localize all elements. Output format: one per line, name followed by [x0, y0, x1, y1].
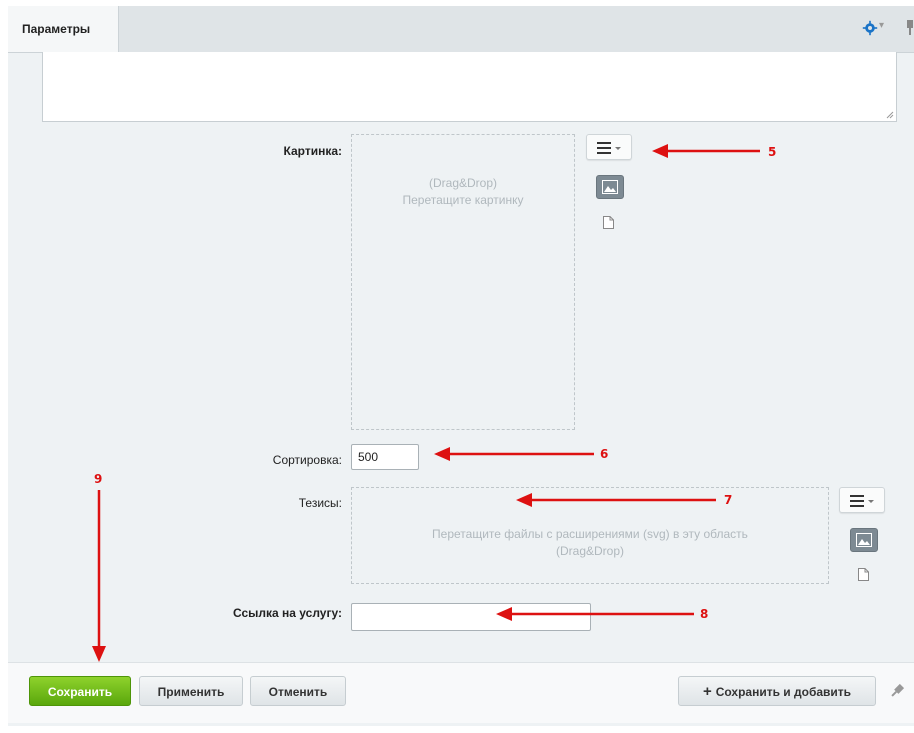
annotation-number-5: 5 [768, 145, 777, 159]
annotation-number-8: 8 [700, 607, 709, 621]
annotation-arrows [92, 144, 760, 662]
annotation-number-9: 9 [94, 472, 103, 486]
annotation-number-7: 7 [724, 493, 733, 507]
annotation-number-6: 6 [600, 447, 609, 461]
